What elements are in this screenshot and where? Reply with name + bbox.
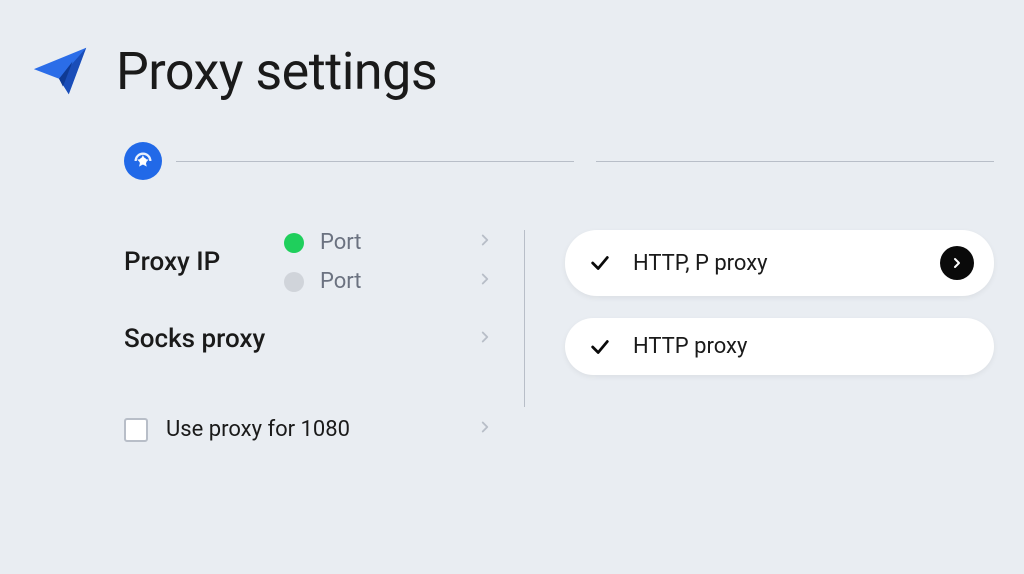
- socks-proxy-label: Socks proxy: [124, 324, 265, 354]
- proxy-ip-row: Proxy IP Port Port: [124, 230, 494, 294]
- proxy-option-row[interactable]: HTTP, P proxy: [565, 230, 994, 296]
- bottom-section: Use proxy for 1080: [124, 417, 994, 442]
- proxy-option-label: HTTP, P proxy: [633, 251, 918, 276]
- paper-plane-icon: [30, 40, 92, 102]
- chevron-right-icon: [476, 269, 494, 294]
- step-indicator: [124, 142, 994, 180]
- right-column: HTTP, P proxy HTTP proxy: [524, 230, 994, 407]
- use-proxy-label: Use proxy for 1080: [166, 417, 350, 442]
- status-dot-icon: [284, 272, 304, 292]
- use-proxy-row[interactable]: Use proxy for 1080: [124, 417, 524, 442]
- use-proxy-checkbox[interactable]: [124, 418, 148, 442]
- port-list: Port Port: [284, 230, 494, 294]
- chevron-right-icon: [476, 327, 494, 352]
- port-item[interactable]: Port: [284, 230, 494, 255]
- page-title: Proxy settings: [116, 41, 437, 102]
- port-item[interactable]: Port: [284, 269, 494, 294]
- settings-panel: Proxy settings Proxy IP Port: [0, 0, 1024, 472]
- chevron-right-icon: [476, 230, 494, 255]
- check-icon: [589, 252, 611, 274]
- left-column: Proxy IP Port Port: [124, 230, 524, 407]
- socks-proxy-row[interactable]: Socks proxy: [124, 324, 494, 354]
- header: Proxy settings: [30, 40, 994, 102]
- content-area: Proxy IP Port Port: [124, 230, 994, 407]
- chevron-right-icon: [476, 417, 494, 442]
- port-label: Port: [320, 269, 460, 294]
- step-line: [176, 161, 574, 162]
- proxy-option-label: HTTP proxy: [633, 334, 974, 359]
- step-line: [596, 161, 994, 162]
- proxy-ip-label: Proxy IP: [124, 247, 284, 277]
- port-label: Port: [320, 230, 460, 255]
- status-dot-icon: [284, 233, 304, 253]
- step-badge-icon: [124, 142, 162, 180]
- proxy-option-row[interactable]: HTTP proxy: [565, 318, 994, 375]
- check-icon: [589, 336, 611, 358]
- proxy-option-action-button[interactable]: [940, 246, 974, 280]
